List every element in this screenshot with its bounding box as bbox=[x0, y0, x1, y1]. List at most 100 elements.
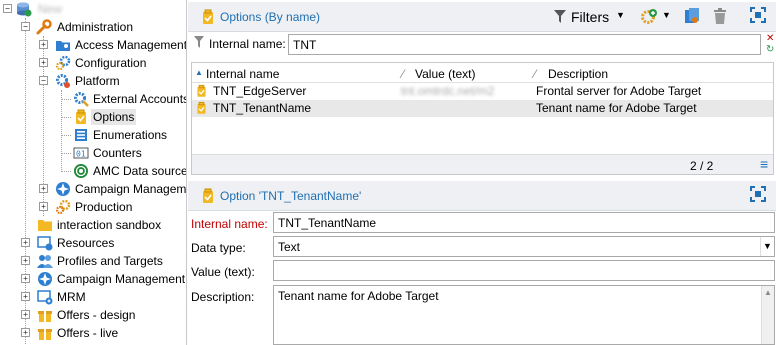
tree-item-interaction-sandbox[interactable]: interaction sandbox bbox=[0, 216, 186, 234]
tree-label: interaction sandbox bbox=[57, 218, 162, 232]
description-field[interactable]: Tenant name for Adobe Target bbox=[273, 285, 775, 345]
tree-item-platform[interactable]: − Platform bbox=[0, 72, 186, 90]
amc-data-source-icon bbox=[74, 164, 88, 178]
campaign-icon bbox=[38, 272, 52, 286]
expand-icon[interactable]: + bbox=[21, 310, 30, 319]
expand-icon[interactable]: + bbox=[21, 238, 30, 247]
filters-button[interactable]: Filters ▼ bbox=[554, 7, 628, 27]
counters-icon: 01 bbox=[73, 147, 89, 159]
maximize-detail-button[interactable] bbox=[750, 186, 768, 206]
new-button[interactable]: ▼ bbox=[640, 7, 674, 27]
tree-item-access-management[interactable]: + Access Management bbox=[0, 36, 187, 54]
tree-item-configuration[interactable]: + Configuration bbox=[0, 54, 186, 72]
filter-icon bbox=[194, 36, 204, 48]
filter-bar: Internal name: ✕ ↻ bbox=[188, 32, 776, 58]
gears-icon bbox=[55, 55, 71, 71]
tree-label: Access Management bbox=[75, 38, 187, 52]
chevron-down-icon: ▼ bbox=[760, 237, 774, 256]
profiles-icon bbox=[37, 255, 53, 268]
export-button[interactable] bbox=[684, 7, 702, 27]
column-header-description[interactable]: Description bbox=[548, 67, 608, 81]
maximize-icon bbox=[750, 7, 766, 23]
expand-icon[interactable]: + bbox=[21, 256, 30, 265]
list-menu-icon[interactable]: ≡ bbox=[760, 156, 768, 172]
navigation-tree: − New − Administration + Access Manageme… bbox=[0, 0, 187, 345]
maximize-icon bbox=[750, 186, 766, 202]
tree-item-offers-live[interactable]: + Offers - live bbox=[0, 324, 186, 342]
dropdown-arrow-icon: ▼ bbox=[616, 10, 625, 20]
tree-label: Administration bbox=[57, 20, 134, 34]
data-type-select[interactable]: Text ▼ bbox=[273, 236, 775, 257]
expand-icon[interactable]: + bbox=[21, 274, 30, 283]
expand-icon[interactable]: + bbox=[39, 184, 48, 193]
export-icon bbox=[685, 8, 699, 23]
internal-name-field[interactable] bbox=[273, 212, 775, 233]
collapse-icon[interactable]: − bbox=[39, 76, 48, 85]
production-gears-icon bbox=[55, 199, 71, 215]
clear-filter-icon[interactable]: ✕ bbox=[766, 33, 774, 44]
wrench-icon bbox=[36, 19, 52, 35]
data-type-label: Data type: bbox=[191, 241, 246, 255]
mrm-icon bbox=[37, 290, 53, 305]
tree-item-external-accounts[interactable]: External Accounts bbox=[0, 90, 187, 108]
data-type-value: Text bbox=[278, 240, 301, 254]
table-row-selected[interactable]: TNT_TenantName Tenant name for Adobe Tar… bbox=[192, 100, 773, 117]
campaign-icon bbox=[56, 182, 70, 196]
cell-description: Tenant name for Adobe Target bbox=[536, 101, 697, 115]
expand-icon[interactable]: + bbox=[39, 202, 48, 211]
column-header-internal-name[interactable]: Internal name bbox=[206, 67, 279, 81]
options-icon bbox=[197, 101, 206, 114]
tree-label: Offers - design bbox=[57, 308, 136, 322]
tree-item-counters[interactable]: 01 Counters bbox=[0, 144, 186, 162]
filter-icon bbox=[554, 10, 566, 23]
offers-icon bbox=[38, 329, 52, 340]
collapse-icon[interactable]: − bbox=[21, 22, 30, 31]
tree-root[interactable]: − New bbox=[0, 0, 186, 18]
filter-label: Internal name: bbox=[209, 37, 286, 51]
tree-item-mrm[interactable]: + MRM bbox=[0, 288, 186, 306]
options-icon bbox=[76, 109, 86, 124]
expand-icon[interactable]: + bbox=[39, 58, 48, 67]
tree-item-campaign-management[interactable]: + Campaign Management bbox=[0, 270, 186, 288]
column-separator-icon: ⁄ bbox=[402, 67, 405, 81]
folder-icon bbox=[38, 220, 52, 231]
maximize-button[interactable] bbox=[750, 7, 768, 27]
column-header-value[interactable]: Value (text) bbox=[415, 67, 475, 81]
tree-item-administration[interactable]: − Administration bbox=[0, 18, 186, 36]
tree-item-profiles-and-targets[interactable]: + Profiles and Targets bbox=[0, 252, 186, 270]
cell-description: Frontal server for Adobe Target bbox=[536, 84, 702, 98]
tree-item-production[interactable]: + Production bbox=[0, 198, 186, 216]
enumerations-icon bbox=[75, 129, 87, 141]
options-grid: ▲ Internal name ⁄ Value (text) ⁄ Descrip… bbox=[191, 62, 774, 175]
tree-label: Configuration bbox=[75, 56, 147, 70]
external-accounts-icon bbox=[74, 92, 89, 107]
tree-label: Profiles and Targets bbox=[57, 254, 163, 268]
scroll-up-icon[interactable]: ▲ bbox=[764, 288, 772, 297]
tree-label: External Accounts bbox=[93, 92, 187, 106]
tree-label: AMC Data sources bbox=[93, 164, 187, 178]
tree-item-options[interactable]: Options bbox=[0, 108, 186, 126]
tree-item-amc-data-sources[interactable]: AMC Data sources bbox=[0, 162, 187, 180]
expand-icon[interactable]: + bbox=[21, 328, 30, 337]
expand-icon[interactable]: + bbox=[21, 292, 30, 301]
tree-label: Campaign Management bbox=[75, 182, 187, 196]
internal-name-filter-input[interactable] bbox=[288, 34, 761, 55]
expand-icon[interactable]: + bbox=[39, 40, 48, 49]
delete-button[interactable] bbox=[712, 7, 730, 27]
collapse-icon[interactable]: − bbox=[3, 4, 12, 13]
folder-user-icon bbox=[56, 41, 70, 51]
tree-item-enumerations[interactable]: Enumerations bbox=[0, 126, 186, 144]
description-label: Description: bbox=[191, 290, 255, 304]
options-icon bbox=[203, 188, 213, 203]
tree-item-campaign-management-admin[interactable]: + Campaign Management bbox=[0, 180, 187, 198]
table-row[interactable]: TNT_EdgeServer tnt.omtrdc.net/m2 Frontal… bbox=[192, 83, 773, 100]
refresh-icon[interactable]: ↻ bbox=[766, 44, 774, 55]
value-field[interactable] bbox=[273, 260, 775, 281]
tree-label: Platform bbox=[75, 74, 120, 88]
description-scrollbar[interactable]: ▲ bbox=[761, 286, 774, 344]
tree-label: Offers - live bbox=[57, 326, 119, 340]
tree-item-offers-design[interactable]: + Offers - design bbox=[0, 306, 186, 324]
record-count: 2 / 2 bbox=[690, 159, 714, 173]
platform-gears-icon bbox=[56, 74, 70, 88]
tree-item-resources[interactable]: + Resources bbox=[0, 234, 186, 252]
